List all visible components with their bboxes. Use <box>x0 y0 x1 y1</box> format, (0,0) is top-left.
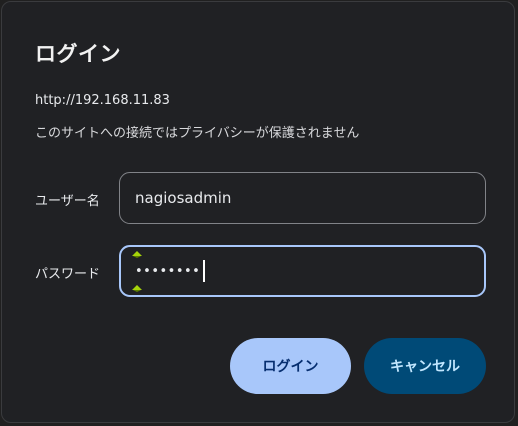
text-caret <box>203 260 205 282</box>
password-field[interactable]: •••••••• <box>119 245 486 297</box>
cancel-button[interactable]: キャンセル <box>364 338 486 394</box>
login-dialog: ログイン http://192.168.11.83 このサイトへの接続ではプライ… <box>1 1 515 423</box>
autofill-marker-icon <box>132 285 142 292</box>
dialog-title: ログイン <box>35 42 121 66</box>
username-value: nagiosadmin <box>135 189 232 207</box>
password-label: パスワード <box>35 267 101 282</box>
username-label: ユーザー名 <box>35 194 100 209</box>
password-value: •••••••• <box>135 263 201 279</box>
site-origin: http://192.168.11.83 <box>35 93 170 108</box>
privacy-warning: このサイトへの接続ではプライバシーが保護されません <box>35 126 360 141</box>
login-button[interactable]: ログイン <box>230 338 351 394</box>
username-field[interactable]: nagiosadmin <box>119 172 486 224</box>
autofill-marker-icon <box>132 251 142 258</box>
